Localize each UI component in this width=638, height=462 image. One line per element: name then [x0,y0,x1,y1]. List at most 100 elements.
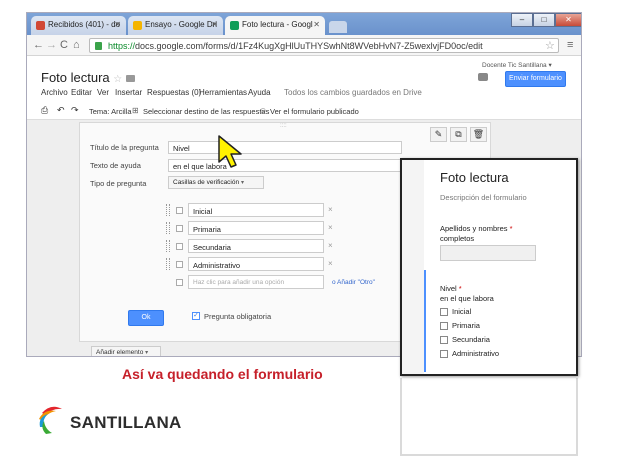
back-icon[interactable]: ← [33,39,44,51]
remove-option-icon[interactable]: × [328,205,333,214]
required-mark: * [509,224,513,233]
close-tab-icon[interactable]: ✕ [211,20,218,29]
tab-forms[interactable]: Foto lectura - Googl ✕ [225,16,325,35]
close-tab-icon[interactable]: ✕ [313,20,320,29]
add-other-link[interactable]: o Añadir "Otro" [332,279,375,286]
tab-label: Ensayo - Google Dri [145,20,218,29]
view-published-button[interactable]: Ver el formulario publicado [270,107,359,116]
print-icon[interactable]: ⎙ [41,105,48,116]
chevron-down-icon: ▾ [145,350,149,356]
option-input[interactable]: Secundaria [188,239,324,253]
tab-gmail[interactable]: Recibidos (401) - do ✕ [31,16,126,35]
remove-option-icon[interactable]: × [328,241,333,250]
menu-respuestas[interactable]: Respuestas (0) [147,88,201,97]
select-destination-button[interactable]: Seleccionar destino de las respuestas [143,107,269,116]
option-checkbox[interactable] [440,336,448,344]
option-input[interactable]: Primaria [188,221,324,235]
drive-icon [133,21,142,30]
option-checkbox[interactable] [440,308,448,316]
q2-help: en el que labora [440,294,494,303]
new-tab-button[interactable] [329,21,347,33]
drag-grip-icon[interactable] [166,258,170,270]
option-checkbox [176,243,183,250]
comments-icon[interactable] [478,73,488,81]
address-bar: ← → C ⌂ https://docs.google.com/forms/d/… [27,35,581,56]
remove-option-icon[interactable]: × [328,259,333,268]
drag-grip-icon[interactable] [166,222,170,234]
option-label: Administrativo [452,349,500,358]
folder-icon[interactable] [125,75,135,82]
question-title-input[interactable]: Nivel [168,141,402,154]
chevron-down-icon: ▾ [240,180,244,186]
active-question-bar [424,270,426,372]
form-title-text: Foto lectura [41,70,110,85]
add-item-button[interactable]: Añadir elemento ▾ [91,346,161,356]
required-checkbox[interactable]: ✓ [192,312,200,320]
preview-title: Foto lectura [440,170,509,185]
delete-icon[interactable]: 🗑 [470,127,487,142]
question-title-label: Título de la pregunta [90,143,159,152]
q1-label: Apellidos y nombres * [440,224,513,233]
drag-handle[interactable]: :::: [280,123,287,129]
santillana-logo-icon [39,406,62,434]
menu-ayuda[interactable]: Ayuda [248,88,271,97]
edit-icon[interactable]: ✎ [430,127,447,142]
minimize-button[interactable]: – [511,13,533,27]
option-input[interactable]: Administrativo [188,257,324,271]
menu-editar[interactable]: Editar [71,88,92,97]
tab-strip: Recibidos (401) - do ✕ Ensayo - Google D… [27,13,581,35]
santillana-logo-text: SANTILLANA [70,413,182,432]
tab-label: Foto lectura - Googl [242,20,313,29]
option-checkbox [176,261,183,268]
send-form-button[interactable]: Enviar formulario [505,71,566,87]
form-preview: Foto lectura Descripción del formulario … [400,158,578,376]
q2-label-text: Nivel [440,284,457,293]
star-icon[interactable]: ☆ [113,74,122,85]
menu-archivo[interactable]: Archivo [41,88,68,97]
reload-icon[interactable]: C [60,39,68,51]
required-label: Pregunta obligatoria [204,312,272,321]
question-type-select[interactable]: Casillas de verificación ▾ [168,176,264,189]
option-checkbox [176,225,183,232]
tab-label: Recibidos (401) - do [48,20,121,29]
account-name[interactable]: Docente Tic Santillana ▾ [482,61,552,69]
drag-grip-icon[interactable] [166,204,170,216]
help-text-label: Texto de ayuda [90,161,141,170]
drag-grip-icon[interactable] [166,240,170,252]
help-text-input[interactable]: en el que labora [168,159,402,172]
view-icon: ☺ [259,106,268,115]
q1-input[interactable] [440,245,536,261]
menu-herramientas[interactable]: Herramientas [199,88,247,97]
undo-icon[interactable]: ↶ [57,105,65,116]
tab-drive[interactable]: Ensayo - Google Dri ✕ [128,16,223,35]
question-type-label: Tipo de pregunta [90,179,147,188]
forms-icon [230,21,239,30]
menu-insertar[interactable]: Insertar [115,88,142,97]
menu-icon[interactable]: ≡ [567,39,573,51]
forward-icon[interactable]: → [46,39,57,51]
close-window-button[interactable]: ✕ [555,13,581,27]
add-option-input[interactable]: Haz clic para añadir una opción [188,275,324,289]
spreadsheet-icon: ⊞ [132,106,139,115]
home-icon[interactable]: ⌂ [73,39,80,51]
menu-ver[interactable]: Ver [97,88,109,97]
option-input[interactable]: Inicial [188,203,324,217]
slide-caption: Así va quedando el formulario [122,366,323,382]
option-label: Primaria [452,321,480,330]
ok-button[interactable]: Ok [128,310,164,326]
preview-reflection: Inicial Primaria Secundaria Administrati… [400,378,578,458]
remove-option-icon[interactable]: × [328,223,333,232]
url-input[interactable]: https://docs.google.com/forms/d/1Fz4KugX… [89,38,559,53]
form-title[interactable]: Foto lectura ☆ [41,70,135,85]
star-icon[interactable]: ☆ [545,39,555,52]
url-path: docs.google.com/forms/d/1Fz4KugXgHlUuTHY… [135,41,483,51]
preview-sidebar [402,160,424,374]
maximize-button[interactable]: □ [533,13,555,27]
duplicate-icon[interactable]: ⧉ [450,127,467,142]
option-checkbox[interactable] [440,350,448,358]
option-label: Inicial [452,307,472,316]
theme-button[interactable]: Tema: Arcilla [89,107,132,116]
redo-icon[interactable]: ↷ [71,105,79,116]
close-tab-icon[interactable]: ✕ [114,20,121,29]
option-checkbox[interactable] [440,322,448,330]
